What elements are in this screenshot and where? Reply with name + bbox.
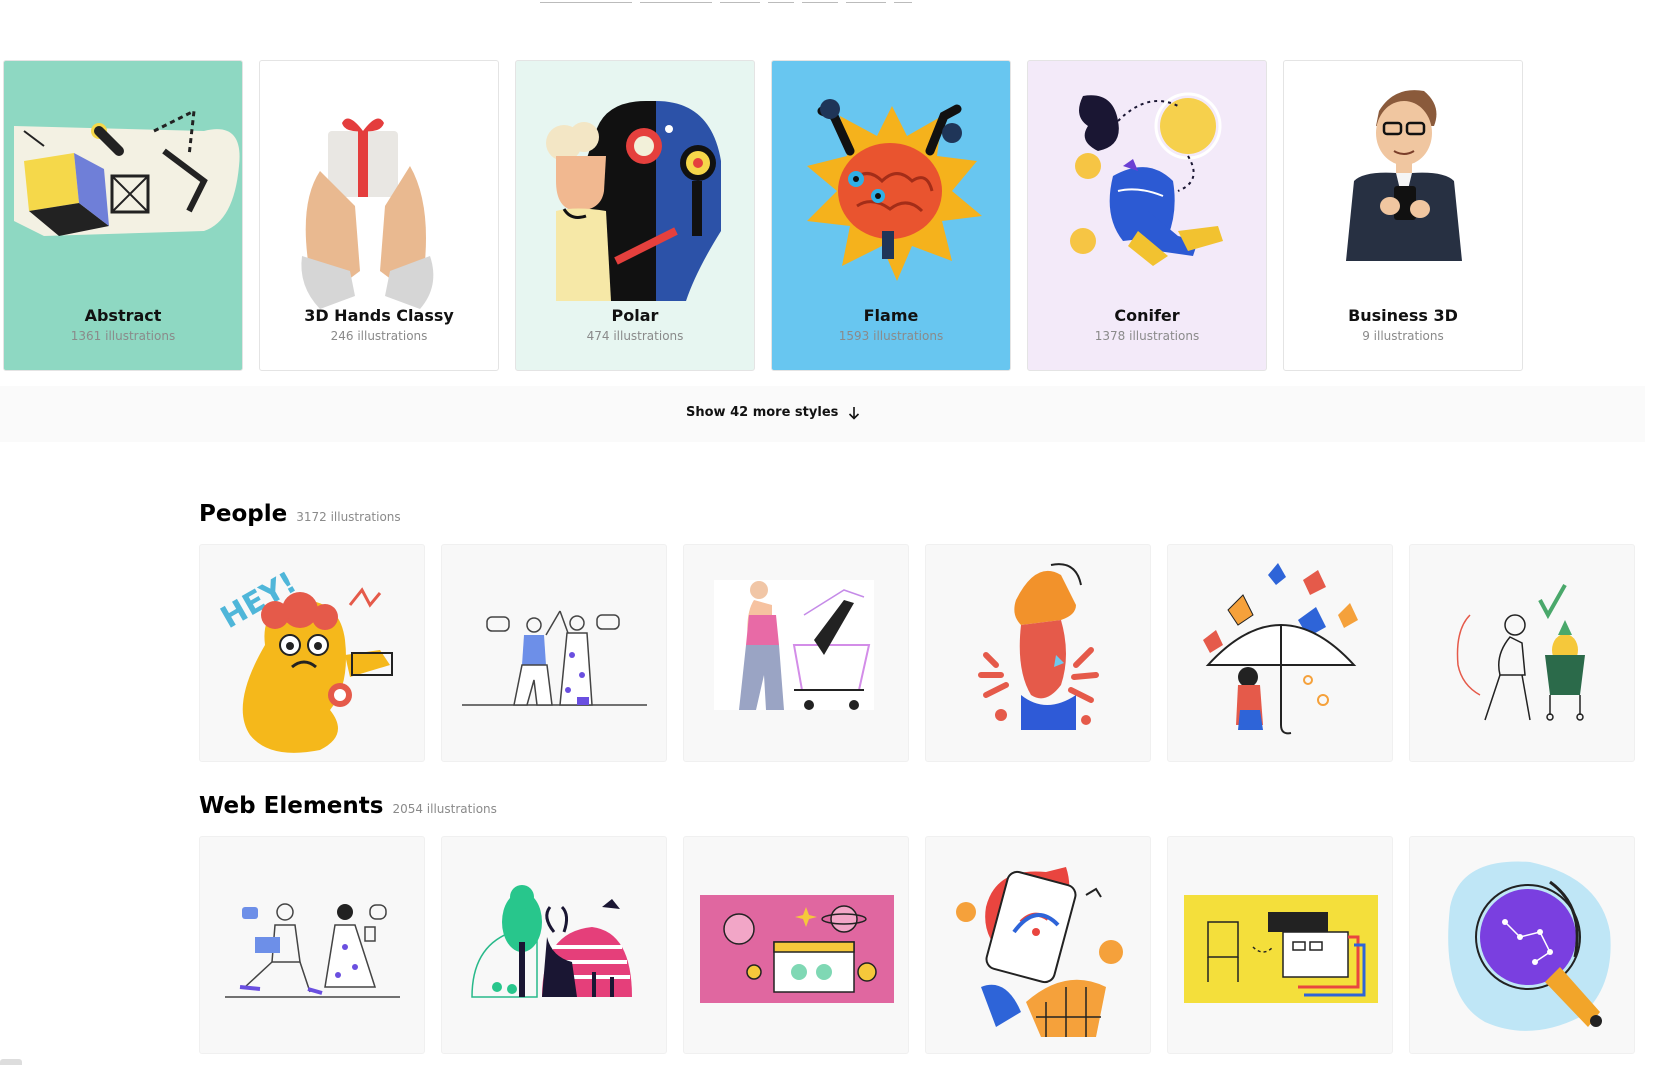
people-section-header: People 3172 illustrations — [199, 501, 401, 527]
web-elements-grid — [199, 836, 1635, 1054]
style-count: 1361 illustrations — [70, 329, 176, 343]
show-more-styles-button[interactable]: Show 42 more styles — [686, 405, 860, 420]
style-card-flame[interactable]: Flame 1593 illustrations — [771, 60, 1011, 371]
illustration-tile[interactable] — [1167, 544, 1393, 762]
ui-blocks-illustration — [1184, 895, 1378, 1003]
arrow-down-icon — [849, 406, 860, 420]
style-count: 474 illustrations — [586, 329, 684, 343]
conifer-illustration — [1070, 92, 1223, 266]
style-count: 9 illustrations — [1362, 329, 1444, 343]
web-elements-section-header: Web Elements 2054 illustrations — [199, 793, 497, 819]
style-title: Abstract — [84, 306, 162, 325]
illustration-tile[interactable] — [683, 836, 909, 1054]
style-title: 3D Hands Classy — [304, 306, 454, 325]
illustration-tile[interactable] — [683, 544, 909, 762]
people-grid: HEY! — [199, 544, 1635, 762]
flame-brain-illustration — [807, 99, 982, 281]
style-card-polar[interactable]: Polar 474 illustrations — [515, 60, 755, 371]
shopping-cart-illustration — [714, 580, 874, 710]
gift-hands-illustration — [301, 118, 434, 309]
business-3d-illustration — [1346, 90, 1462, 261]
space-browser-illustration — [700, 895, 894, 1003]
style-count: 246 illustrations — [330, 329, 428, 343]
style-card-abstract[interactable]: Abstract 1361 illustrations — [3, 60, 243, 371]
illustration-tile[interactable] — [1409, 836, 1635, 1054]
section-count: 3172 illustrations — [296, 510, 401, 524]
corner-indicator — [0, 1059, 22, 1065]
illustration-tile[interactable] — [199, 836, 425, 1054]
style-card-business-3d[interactable]: Business 3D 9 illustrations — [1283, 60, 1523, 371]
style-count: 1593 illustrations — [838, 329, 944, 343]
lamp-head-illustration — [978, 563, 1099, 730]
style-title: Flame — [863, 306, 919, 325]
illustration-tile[interactable] — [925, 836, 1151, 1054]
illustration-tile[interactable] — [925, 544, 1151, 762]
illustration-tile[interactable] — [441, 544, 667, 762]
illustration-tile[interactable] — [441, 836, 667, 1054]
top-nav-remnant — [540, 0, 912, 4]
wifi-phone-illustration — [956, 867, 1123, 1037]
forest-deer-illustration — [471, 885, 632, 998]
hey-monster-illustration: HEY! — [215, 565, 393, 753]
section-title[interactable]: Web Elements — [199, 793, 383, 819]
pineapple-cart-illustration — [1456, 584, 1585, 721]
polar-chef-illustration — [546, 101, 721, 301]
style-title: Conifer — [1114, 306, 1180, 325]
show-more-label: Show 42 more styles — [686, 405, 839, 420]
style-card-conifer[interactable]: Conifer 1378 illustrations — [1027, 60, 1267, 371]
abstract-illustration — [14, 108, 240, 236]
umbrella-illustration — [1203, 563, 1358, 735]
style-count: 1378 illustrations — [1094, 329, 1200, 343]
section-count: 2054 illustrations — [392, 802, 497, 816]
illustration-tile[interactable] — [1409, 544, 1635, 762]
style-title: Polar — [611, 306, 659, 325]
high-five-illustration — [462, 610, 647, 706]
chatting-people-illustration — [225, 903, 400, 998]
constellation-telescope-illustration — [1448, 861, 1611, 1031]
illustration-tile[interactable]: HEY! — [199, 544, 425, 762]
illustration-tile[interactable] — [1167, 836, 1393, 1054]
page: Abstract 1361 illustrations 3D Hands Cla… — [0, 0, 1664, 1065]
section-title[interactable]: People — [199, 501, 287, 527]
style-title: Business 3D — [1348, 306, 1458, 325]
style-card-3d-hands-classy[interactable]: 3D Hands Classy 246 illustrations — [259, 60, 499, 371]
styles-row: Abstract 1361 illustrations 3D Hands Cla… — [3, 60, 1523, 371]
